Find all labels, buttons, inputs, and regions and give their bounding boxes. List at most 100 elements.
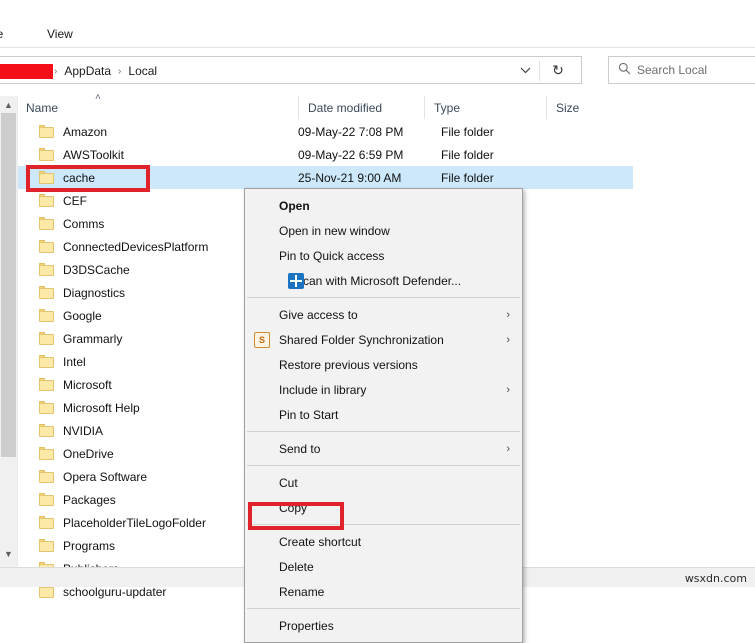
file-name: ConnectedDevicesPlatform — [63, 239, 209, 254]
breadcrumb-redacted-segment — [0, 63, 53, 79]
context-menu[interactable]: Open Open in new window Pin to Quick acces… — [244, 188, 523, 643]
address-bar[interactable]: › AppData › Local ↻ — [0, 56, 582, 84]
file-date-modified: 25-Nov-21 9:00 AM — [298, 170, 402, 185]
ctx-give-access-to[interactable]: Give access to › — [245, 302, 522, 327]
column-header-size[interactable]: Size — [546, 96, 638, 119]
file-name: NVIDIA — [63, 423, 104, 438]
folder-icon — [39, 194, 55, 207]
file-name: Diagnostics — [63, 285, 126, 300]
file-name: Amazon — [63, 124, 108, 139]
folder-icon — [39, 171, 55, 184]
folder-icon — [39, 355, 55, 368]
folder-icon — [39, 493, 55, 506]
folder-icon — [39, 240, 55, 253]
file-name: Packages — [63, 492, 116, 507]
file-date-modified: 09-May-22 6:59 PM — [298, 147, 404, 162]
folder-icon — [39, 401, 55, 414]
refresh-icon[interactable]: ↻ — [543, 57, 573, 83]
file-explorer-window: are View › AppData › Local ↻ — [0, 0, 755, 643]
file-name: Programs — [63, 538, 116, 553]
folder-icon — [39, 447, 55, 460]
folder-icon — [39, 309, 55, 322]
column-header-name[interactable]: Name ˄ — [17, 92, 298, 119]
file-name: D3DSCache — [63, 262, 130, 277]
chevron-down-icon[interactable] — [511, 57, 539, 83]
search-box[interactable]: Search Local — [608, 56, 755, 84]
ctx-send-to[interactable]: Send to › — [245, 436, 522, 461]
file-name: Google — [63, 308, 102, 323]
ctx-restore-previous-versions-label: Restore previous versions — [279, 357, 418, 372]
folder-icon — [39, 332, 55, 345]
ctx-create-shortcut-label: Create shortcut — [279, 534, 362, 549]
search-icon — [618, 62, 631, 78]
chevron-right-icon: › — [506, 308, 510, 321]
chevron-right-icon: › — [506, 442, 510, 455]
file-name: OneDrive — [63, 446, 114, 461]
file-date-modified: 09-May-22 7:08 PM — [298, 124, 404, 139]
folder-icon — [39, 378, 55, 391]
ctx-properties[interactable]: Properties — [245, 613, 522, 638]
ctx-copy-label: Copy — [279, 500, 308, 515]
scrollbar-thumb[interactable] — [1, 113, 16, 457]
file-type: File folder — [441, 124, 494, 139]
ctx-shared-folder-sync[interactable]: S Shared Folder Synchronization › — [245, 327, 522, 352]
file-row[interactable]: AWSToolkit 09-May-22 6:59 PM File folder — [17, 143, 633, 166]
ctx-copy[interactable]: Copy — [245, 495, 522, 520]
ctx-open[interactable]: Open — [245, 193, 522, 218]
column-header-date-modified-label: Date modified — [308, 100, 383, 115]
scroll-down-icon[interactable]: ▼ — [0, 545, 17, 562]
file-row[interactable]: cache 25-Nov-21 9:00 AM File folder — [17, 166, 633, 189]
ctx-include-in-library-label: Include in library — [279, 382, 367, 397]
folder-icon — [39, 286, 55, 299]
folder-icon — [39, 539, 55, 552]
file-name: Microsoft Help — [63, 400, 140, 415]
ctx-include-in-library[interactable]: Include in library › — [245, 377, 522, 402]
ctx-open-label: Open — [279, 198, 310, 213]
column-header-type[interactable]: Type — [424, 96, 546, 119]
ctx-shared-folder-sync-label: Shared Folder Synchronization — [279, 332, 444, 347]
scroll-up-icon[interactable]: ▲ — [0, 96, 17, 113]
folder-icon — [39, 470, 55, 483]
file-name: CEF — [63, 193, 87, 208]
breadcrumb-item-appdata[interactable]: AppData — [58, 64, 117, 78]
address-bar-divider — [539, 61, 540, 81]
folder-icon — [39, 217, 55, 230]
context-menu-separator — [247, 524, 520, 525]
ribbon-divider — [0, 47, 755, 48]
column-header-type-label: Type — [434, 100, 461, 115]
file-name: Comms — [63, 216, 105, 231]
file-name: PlaceholderTileLogoFolder — [63, 515, 206, 530]
ctx-give-access-to-label: Give access to — [279, 307, 358, 322]
ctx-open-in-new-window-label: Open in new window — [279, 223, 390, 238]
column-header-date-modified[interactable]: Date modified — [298, 96, 424, 119]
ctx-restore-previous-versions[interactable]: Restore previous versions — [245, 352, 522, 377]
ctx-scan-with-defender-label: Scan with Microsoft Defender... — [295, 273, 462, 288]
tab-view[interactable]: View — [47, 25, 73, 43]
ctx-rename[interactable]: Rename — [245, 579, 522, 604]
ctx-pin-to-start[interactable]: Pin to Start — [245, 402, 522, 427]
ctx-pin-to-quick-access[interactable]: Pin to Quick access — [245, 243, 522, 268]
shared-folder-sync-icon: S — [254, 331, 270, 348]
ctx-create-shortcut[interactable]: Create shortcut — [245, 529, 522, 554]
file-name: Opera Software — [63, 469, 148, 484]
ctx-delete-label: Delete — [279, 559, 314, 574]
column-header-row: Name ˄ Date modified Type Size — [0, 92, 755, 121]
context-menu-separator — [247, 608, 520, 609]
file-row[interactable]: Amazon 09-May-22 7:08 PM File folder — [17, 120, 633, 143]
ctx-delete[interactable]: Delete — [245, 554, 522, 579]
ctx-open-in-new-window[interactable]: Open in new window — [245, 218, 522, 243]
ctx-properties-label: Properties — [279, 618, 334, 633]
ctx-pin-to-start-label: Pin to Start — [279, 407, 339, 422]
folder-icon — [39, 424, 55, 437]
vertical-scrollbar[interactable]: ▲ ▼ — [0, 96, 18, 576]
search-input[interactable]: Search Local — [637, 63, 707, 77]
address-bar-row: › AppData › Local ↻ Search Local — [0, 56, 755, 86]
context-menu-separator — [247, 297, 520, 298]
tab-share[interactable]: are — [0, 25, 3, 43]
ctx-cut[interactable]: Cut — [245, 470, 522, 495]
file-type: File folder — [441, 170, 494, 185]
folder-icon — [39, 148, 55, 161]
breadcrumb-item-local[interactable]: Local — [122, 64, 163, 78]
watermark: wsxdn.com — [684, 572, 747, 585]
ctx-scan-with-defender[interactable]: Scan with Microsoft Defender... — [245, 268, 522, 293]
